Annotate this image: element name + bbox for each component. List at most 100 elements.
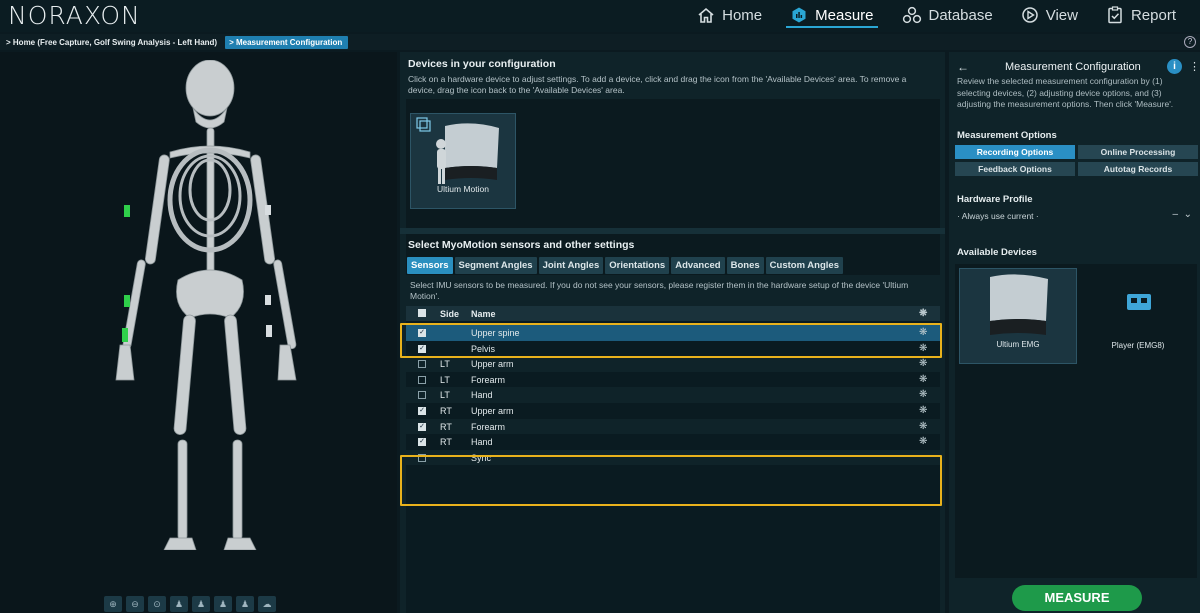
database-icon xyxy=(902,6,921,24)
sensor-marker[interactable] xyxy=(124,205,130,217)
device-ultium-emg-label: Ultium EMG xyxy=(996,340,1040,349)
sensor-table-header: Side Name ❋ xyxy=(406,306,940,321)
zoom-fit-icon[interactable]: ⊙ xyxy=(148,596,166,612)
panel-splitter[interactable] xyxy=(400,228,945,234)
sensor-marker[interactable] xyxy=(266,325,272,337)
sensor-marker[interactable] xyxy=(122,328,128,342)
nav-measure[interactable]: Measure xyxy=(776,0,887,30)
breadcrumb: > Home (Free Capture, Golf Swing Analysi… xyxy=(0,34,1200,50)
table-row[interactable]: ✓ RT Forearm ❋ xyxy=(406,418,940,435)
sensor-checkbox[interactable] xyxy=(418,391,426,400)
view-floor-icon[interactable]: ☁ xyxy=(258,596,276,612)
sensor-side: LT xyxy=(440,390,450,401)
tab-joint-angles[interactable]: Joint Angles xyxy=(538,257,604,274)
tab-advanced[interactable]: Advanced xyxy=(671,257,725,274)
sensor-marker[interactable] xyxy=(265,295,271,305)
measure-icon xyxy=(792,7,806,23)
highlight-box xyxy=(400,323,942,358)
sensor-settings-icon[interactable]: ❋ xyxy=(919,421,927,432)
chevron-down-icon[interactable]: ⌄ xyxy=(1184,209,1192,220)
device-player-emg8[interactable]: Player (EMG8) xyxy=(1079,268,1197,364)
sensor-side: RT xyxy=(440,406,452,416)
measurement-options-title: Measurement Options xyxy=(957,130,1057,141)
view-side-icon[interactable]: ♟ xyxy=(192,596,210,612)
hardware-profile-select[interactable]: · Always use current · xyxy=(957,211,1039,221)
panel-description: Review the selected measurement configur… xyxy=(957,76,1174,109)
back-arrow-icon[interactable]: ← xyxy=(957,60,969,74)
sensor-side: RT xyxy=(440,437,452,448)
sensor-settings-icon[interactable]: ❋ xyxy=(919,389,927,400)
skeleton-viewer[interactable]: ⊕ ⊖ ⊙ ♟ ♟ ♟ ♟ ☁ xyxy=(0,52,397,613)
sensor-name: Upper arm xyxy=(471,406,514,416)
breadcrumb-current[interactable]: > Measurement Configuration xyxy=(225,35,349,49)
column-name: Name xyxy=(471,309,496,319)
autotag-records-button[interactable]: Autotag Records xyxy=(1078,162,1198,176)
nav-report-label: Report xyxy=(1130,6,1176,24)
sensor-marker[interactable] xyxy=(265,205,271,215)
sensor-marker[interactable] xyxy=(124,295,130,307)
view-front-icon[interactable]: ♟ xyxy=(170,596,188,612)
available-devices-area[interactable]: Ultium EMG Player (EMG8) xyxy=(955,264,1197,578)
select-all-checkbox[interactable] xyxy=(418,309,426,317)
zoom-out-icon[interactable]: ⊖ xyxy=(126,596,144,612)
sensors-description: Select IMU sensors to be measured. If yo… xyxy=(410,280,909,301)
devices-description: Click on a hardware device to adjust set… xyxy=(408,74,907,95)
table-row[interactable]: LT Upper arm ❋ xyxy=(406,356,940,372)
sensor-checkbox[interactable]: ✓ xyxy=(418,422,426,431)
view-back-icon[interactable]: ♟ xyxy=(214,596,232,612)
recording-options-button[interactable]: Recording Options xyxy=(955,145,1075,159)
table-row[interactable]: LT Forearm ❋ xyxy=(406,371,940,388)
tab-orientations[interactable]: Orientations xyxy=(605,257,670,274)
nav-measure-label: Measure xyxy=(815,6,874,24)
sensor-side: RT xyxy=(440,421,452,432)
minus-icon[interactable]: – xyxy=(1172,209,1178,220)
table-row[interactable]: ✓ RT Hand ❋ xyxy=(406,434,940,450)
tab-custom-angles[interactable]: Custom Angles xyxy=(765,257,843,274)
view-top-icon[interactable]: ♟ xyxy=(236,596,254,612)
top-bar: NORAXON Home Measure Database View Repor… xyxy=(0,0,1200,32)
nav-database-label: Database xyxy=(928,6,993,24)
tab-bones[interactable]: Bones xyxy=(726,257,764,274)
zoom-in-icon[interactable]: ⊕ xyxy=(104,596,122,612)
feedback-options-button[interactable]: Feedback Options xyxy=(955,162,1075,176)
sensor-settings-icon[interactable]: ❋ xyxy=(919,436,927,447)
sensor-settings-icon[interactable]: ❋ xyxy=(919,358,927,369)
ultium-emg-device-icon xyxy=(990,274,1048,335)
nav-report[interactable]: Report xyxy=(1092,0,1190,30)
noraxon-logo: NORAXON xyxy=(8,1,141,30)
device-ultium-motion[interactable]: Ultium Motion xyxy=(410,113,516,209)
sensor-checkbox[interactable]: ✓ xyxy=(418,407,426,415)
view-icon xyxy=(1021,7,1038,23)
devices-title: Devices in your configuration xyxy=(408,58,556,70)
column-side: Side xyxy=(440,309,460,319)
sensor-name: Forearm xyxy=(471,374,506,385)
highlight-box xyxy=(400,455,942,506)
more-options-icon[interactable]: ⋮ xyxy=(1189,60,1200,73)
sensors-title: Select MyoMotion sensors and other setti… xyxy=(408,239,635,251)
table-row[interactable]: LT Hand ❋ xyxy=(406,387,940,403)
nav-database[interactable]: Database xyxy=(888,0,1007,30)
help-icon[interactable]: ? xyxy=(1184,36,1196,48)
profile-controls[interactable]: – ⌄ xyxy=(1172,209,1192,220)
sensor-name: Hand xyxy=(471,437,493,448)
sensor-checkbox[interactable]: ✓ xyxy=(418,438,426,447)
info-icon[interactable]: i xyxy=(1167,59,1182,74)
table-row[interactable]: ✓ RT Upper arm ❋ xyxy=(406,403,940,419)
sensor-settings-icon[interactable]: ❋ xyxy=(919,405,927,416)
nav-home[interactable]: Home xyxy=(683,0,776,30)
tab-segment-angles[interactable]: Segment Angles xyxy=(454,257,537,274)
sensor-checkbox[interactable] xyxy=(418,360,426,369)
device-ultium-emg[interactable]: Ultium EMG xyxy=(959,268,1077,364)
sensor-checkbox[interactable] xyxy=(418,375,426,384)
measure-button[interactable]: MEASURE xyxy=(1012,585,1142,611)
breadcrumb-home[interactable]: > Home (Free Capture, Golf Swing Analysi… xyxy=(0,38,217,47)
breadcrumb-home-label: Home (Free Capture, Golf Swing Analysis … xyxy=(12,37,218,47)
nav-view[interactable]: View xyxy=(1007,0,1092,30)
online-processing-button[interactable]: Online Processing xyxy=(1078,145,1198,159)
nav-home-label: Home xyxy=(722,6,763,24)
tab-sensors[interactable]: Sensors xyxy=(407,257,453,274)
settings-gear-icon[interactable]: ❋ xyxy=(919,308,927,319)
panel-title: Measurement Configuration xyxy=(1005,61,1141,73)
device-ultium-motion-label: Ultium Motion xyxy=(437,184,489,194)
sensor-settings-icon[interactable]: ❋ xyxy=(919,374,927,385)
